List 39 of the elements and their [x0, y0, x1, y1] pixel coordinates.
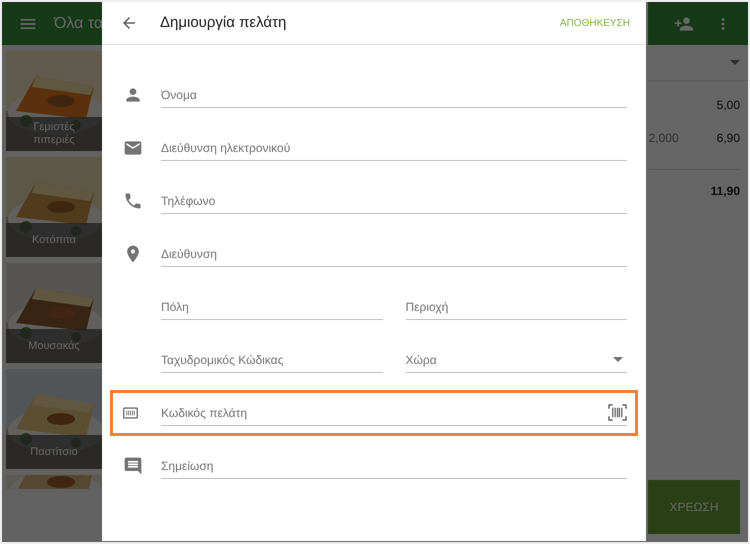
text-input[interactable]: Χώρα: [406, 350, 613, 368]
input-field[interactable]: Διεύθυνση ηλεκτρονικού: [161, 135, 627, 161]
input-field[interactable]: Κωδικός πελάτη: [161, 400, 627, 426]
dropdown-caret-icon: [613, 357, 623, 362]
product-name: Κοτόπιτα: [6, 223, 102, 257]
text-input[interactable]: Κωδικός πελάτη: [161, 404, 608, 422]
total-amount: 11,90: [710, 183, 740, 200]
product-tile[interactable]: Γεμιστές πιπεριές: [6, 51, 102, 151]
text-input[interactable]: Διεύθυνση ηλεκτρονικού: [161, 138, 627, 156]
input-field[interactable]: Πόλη: [161, 294, 382, 320]
input-field[interactable]: Τηλέφωνο: [161, 188, 627, 214]
line-amount: 5,00: [716, 96, 740, 114]
barcode-card-icon: [123, 407, 138, 419]
text-input[interactable]: Τηλέφωνο: [161, 192, 627, 210]
text-input[interactable]: Περιοχή: [406, 298, 627, 316]
phone-icon: [123, 191, 143, 211]
text-input[interactable]: Σημείωση: [161, 456, 627, 474]
product-name: Γεμιστές πιπεριές: [6, 117, 102, 151]
dropdown-caret-icon: [730, 60, 740, 65]
input-field[interactable]: Σημείωση: [161, 453, 627, 479]
dialog-title: Δημιουργία πελάτη: [160, 12, 288, 33]
text-input[interactable]: Διεύθυνση: [161, 244, 627, 262]
product-tile[interactable]: Κοτόπιτα: [6, 157, 102, 257]
app-bar-title: Όλα τα: [54, 14, 104, 34]
charge-button[interactable]: ΧΡΕΩΣΗ: [648, 480, 740, 534]
save-button[interactable]: ΑΠΟΘΗΚΕΥΣΗ: [560, 16, 630, 30]
product-name: Παστίτσιο: [6, 435, 102, 469]
line-amount: 6,90: [716, 130, 740, 146]
input-field[interactable]: Διεύθυνση: [161, 241, 627, 267]
text-input[interactable]: Πόλη: [161, 298, 382, 316]
barcode-scanner-icon[interactable]: [608, 404, 627, 421]
text-input[interactable]: Ταχυδρομικός Κώδικας: [161, 350, 382, 368]
country-select[interactable]: Χώρα: [406, 347, 627, 373]
product-name: Μουσακάς: [6, 329, 102, 363]
comment-icon: [123, 456, 143, 476]
product-tile[interactable]: Παστίτσιο: [6, 369, 102, 469]
product-tile[interactable]: Μουσακάς: [6, 263, 102, 363]
input-field[interactable]: Ταχυδρομικός Κώδικας: [161, 347, 382, 373]
input-field[interactable]: Περιοχή: [406, 294, 627, 320]
